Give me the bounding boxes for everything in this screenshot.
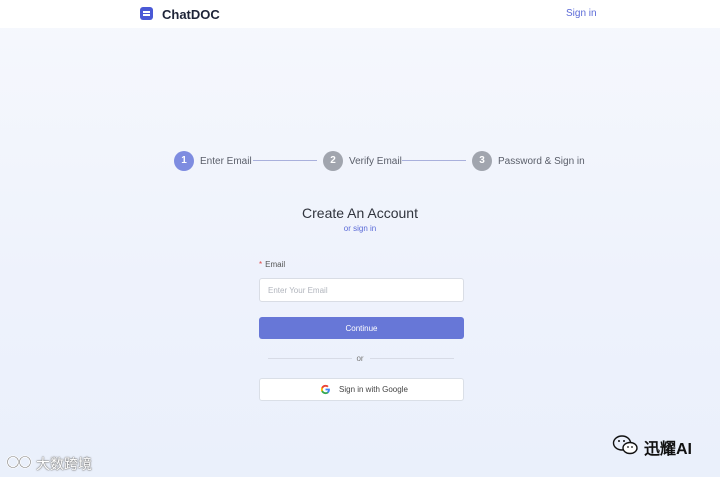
step-connector [253,160,317,161]
subtitle: or sign in [0,224,720,233]
step-2-label: Verify Email [349,156,402,167]
or-sign-in-link[interactable]: or sign in [344,224,376,233]
brand-name[interactable]: ChatDOC [162,7,220,22]
dashu-logo-icon [6,455,32,469]
step-connector [402,160,466,161]
wechat-icon [612,435,638,455]
google-g-icon [320,384,330,395]
step-2-circle: 2 [323,151,343,171]
email-field[interactable] [259,278,464,302]
step-3-circle: 3 [472,151,492,171]
step-3-label: Password & Sign in [498,156,585,167]
required-marker: * [259,260,263,269]
google-sign-in-button[interactable]: Sign in with Google [259,378,464,401]
watermark-left-text: 大数跨境 [36,456,92,472]
top-bar: ChatDOC Sign in [0,0,720,28]
divider-line-right [370,358,454,359]
email-label-text: Email [265,260,286,269]
google-button-label: Sign in with Google [339,385,408,394]
watermark-right-text: 迅耀AI [644,441,693,458]
chat-document-icon[interactable] [140,7,153,20]
step-1-label: Enter Email [200,156,252,167]
page-title: Create An Account [302,205,418,221]
step-1-circle: 1 [174,151,194,171]
sign-in-link[interactable]: Sign in [566,8,597,19]
continue-button[interactable]: Continue [259,317,464,339]
email-label: * Email [259,260,285,269]
divider-text: or [356,354,364,363]
